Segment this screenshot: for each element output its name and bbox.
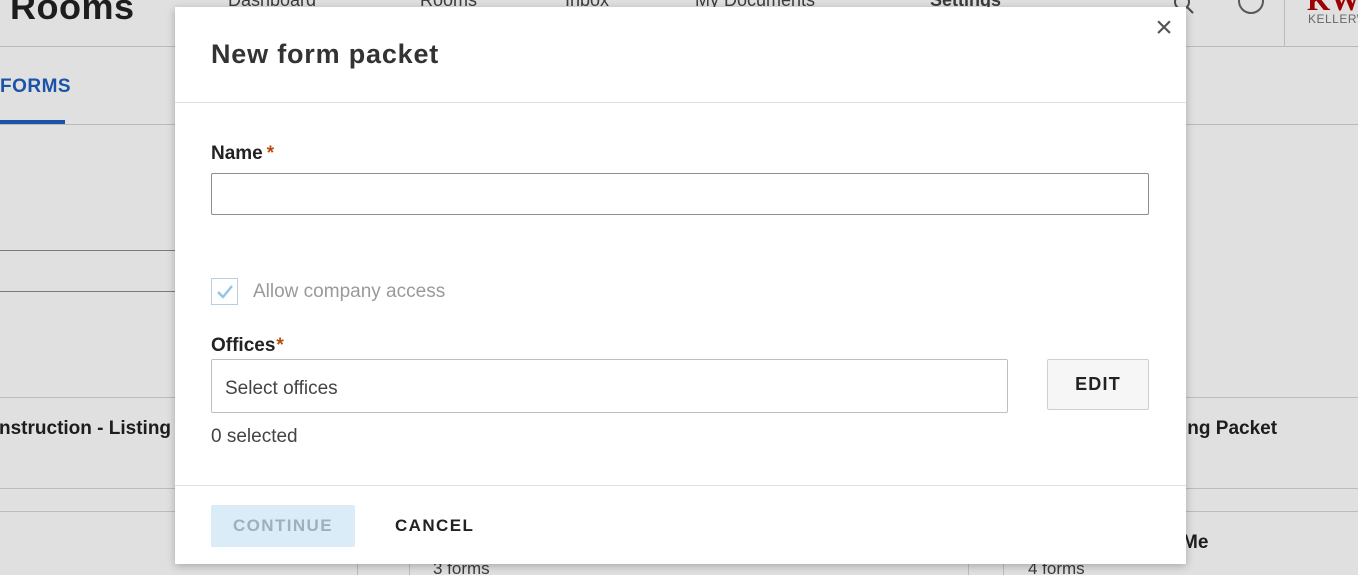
- offices-label-text: Offices: [211, 335, 276, 356]
- offices-placeholder: Select offices: [225, 378, 338, 399]
- name-label: Name *: [211, 143, 274, 165]
- offices-select[interactable]: Select offices: [211, 359, 1008, 413]
- allow-company-access-label: Allow company access: [253, 281, 446, 302]
- checkmark-icon: [217, 285, 233, 299]
- close-icon[interactable]: ×: [1151, 13, 1177, 43]
- offices-selected-count: 0 selected: [211, 426, 298, 447]
- required-asterisk: *: [266, 143, 275, 164]
- dialog-header: New form packet ×: [175, 7, 1186, 103]
- required-asterisk: *: [276, 335, 284, 356]
- continue-button[interactable]: CONTINUE: [211, 505, 355, 547]
- edit-offices-button[interactable]: EDIT: [1047, 359, 1149, 410]
- allow-company-access-checkbox[interactable]: [211, 278, 238, 305]
- dialog-title: New form packet: [211, 39, 440, 69]
- dialog-footer: CONTINUE CANCEL: [175, 485, 1186, 564]
- name-label-text: Name: [211, 143, 263, 164]
- new-form-packet-dialog: New form packet × Name * Allow company ac…: [175, 7, 1186, 564]
- name-input[interactable]: [211, 173, 1149, 215]
- cancel-button[interactable]: CANCEL: [395, 505, 474, 547]
- offices-label: Offices*: [211, 335, 284, 357]
